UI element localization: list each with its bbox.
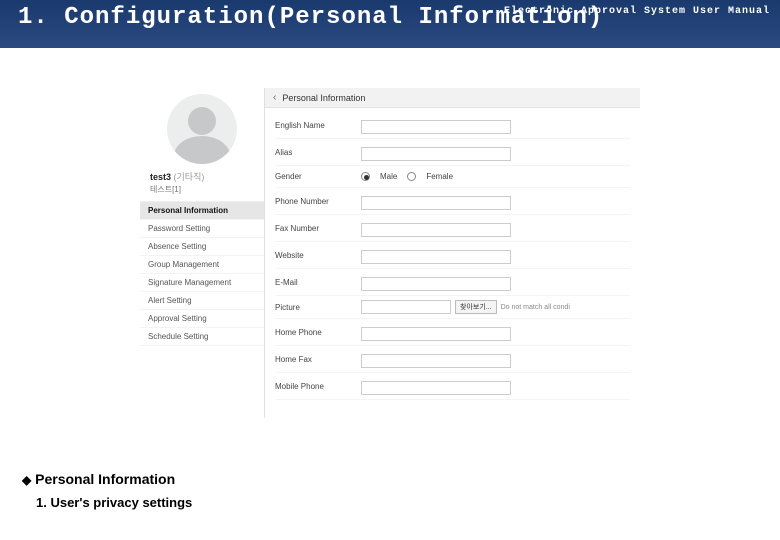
sidebar-item-group[interactable]: Group Management [140,256,264,274]
input-mobile[interactable] [361,381,511,395]
sidebar-item-signature[interactable]: Signature Management [140,274,264,292]
footer-title: Personal Information [35,471,175,487]
row-alias: Alias [275,139,630,166]
footer-note: ◆ Personal Information 1. User's privacy… [22,471,192,510]
input-email[interactable] [361,277,511,291]
main-panel: ‹ Personal Information English Name Alia… [265,88,640,418]
row-email: E-Mail [275,269,630,296]
sidebar-item-schedule[interactable]: Schedule Setting [140,328,264,346]
sidebar-item-absence[interactable]: Absence Setting [140,238,264,256]
input-alias[interactable] [361,147,511,161]
label-mobile: Mobile Phone [275,382,353,391]
diamond-icon: ◆ [22,473,31,487]
label-fax: Fax Number [275,224,353,233]
input-website[interactable] [361,250,511,264]
left-sidebar: test3 (기타직) 테스트[1] Personal Information … [140,88,265,418]
row-website: Website [275,242,630,269]
label-website: Website [275,251,353,260]
radio-male-label: Male [380,172,397,181]
radio-female-label: Female [426,172,453,181]
row-picture: Picture 찾아보기... Do not match all condi [275,296,630,319]
label-email: E-Mail [275,278,353,287]
sidebar-item-password[interactable]: Password Setting [140,220,264,238]
row-mobile: Mobile Phone [275,373,630,400]
input-fax[interactable] [361,223,511,237]
row-english-name: English Name [275,112,630,139]
picture-hint: Do not match all condi [501,304,570,311]
radio-male[interactable] [361,172,370,181]
label-home-phone: Home Phone [275,328,353,337]
sidebar-item-approval[interactable]: Approval Setting [140,310,264,328]
footer-subtitle: 1. User's privacy settings [22,495,192,510]
sidebar-item-alert[interactable]: Alert Setting [140,292,264,310]
user-role: (기타직) [174,172,205,182]
browse-button[interactable]: 찾아보기... [455,300,497,314]
header-manual-label: Electronic Approval System User Manual [504,6,770,17]
slide-header: 1. Configuration(Personal Information) E… [0,0,780,48]
label-phone: Phone Number [275,197,353,206]
avatar [167,94,237,164]
row-phone: Phone Number [275,188,630,215]
user-name-row: test3 (기타직) [140,168,264,184]
input-phone[interactable] [361,196,511,210]
panel-title: Personal Information [282,93,365,103]
label-gender: Gender [275,172,353,181]
input-english-name[interactable] [361,120,511,134]
row-home-phone: Home Phone [275,319,630,346]
user-name: test3 [150,172,171,182]
row-gender: Gender Male Female [275,166,630,188]
label-english-name: English Name [275,121,353,130]
personal-info-form: English Name Alias Gender Male Female [265,108,640,404]
row-fax: Fax Number [275,215,630,242]
sidebar-item-personal-info[interactable]: Personal Information [140,202,264,220]
label-picture: Picture [275,303,353,312]
user-sub: 테스트[1] [140,184,264,201]
row-home-fax: Home Fax [275,346,630,373]
label-alias: Alias [275,148,353,157]
radio-female[interactable] [407,172,416,181]
back-icon[interactable]: ‹ [273,92,276,103]
app-screenshot: test3 (기타직) 테스트[1] Personal Information … [140,88,640,418]
input-home-phone[interactable] [361,327,511,341]
input-home-fax[interactable] [361,354,511,368]
label-home-fax: Home Fax [275,355,353,364]
sidebar-nav: Personal Information Password Setting Ab… [140,201,264,346]
input-picture-path[interactable] [361,300,451,314]
panel-header: ‹ Personal Information [265,88,640,108]
